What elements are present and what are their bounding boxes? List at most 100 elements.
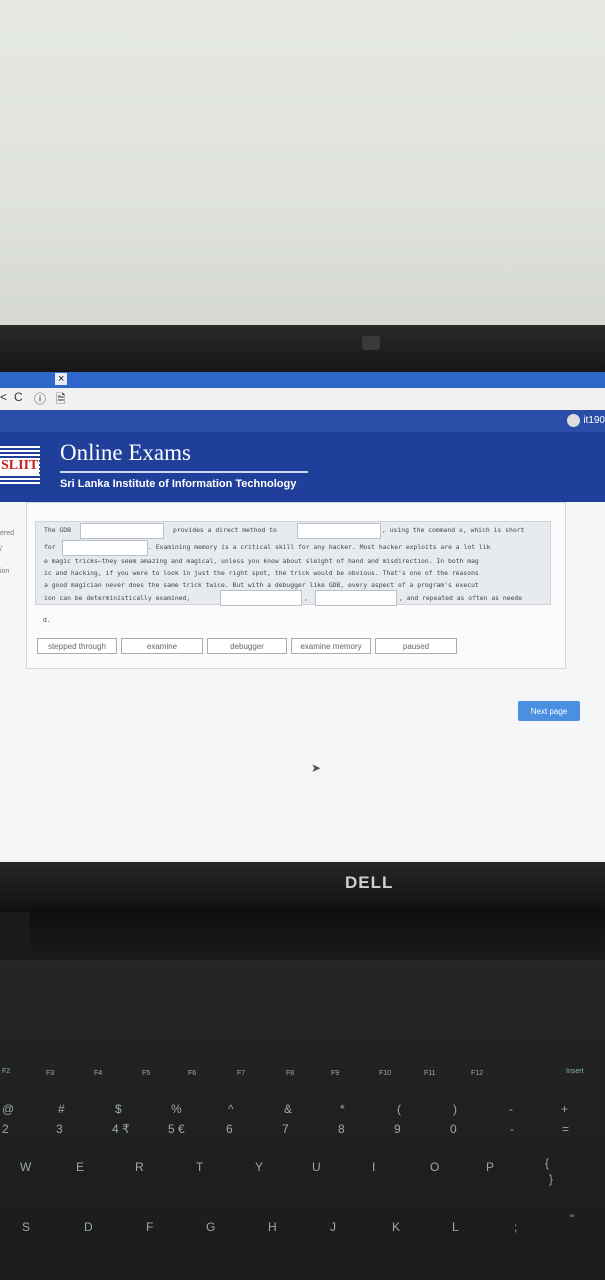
key-t[interactable]: T [196, 1160, 203, 1174]
sidebar-text: ered [0, 530, 15, 537]
key-9[interactable]: 9 [394, 1122, 401, 1136]
key-f11[interactable]: F11 [424, 1070, 436, 1077]
question-text: for [44, 543, 56, 551]
key-4[interactable]: 4 ₹ [112, 1122, 130, 1136]
key-minus-shift[interactable]: - [509, 1102, 513, 1116]
key-0-shift[interactable]: ) [453, 1102, 457, 1116]
drag-option[interactable]: examine [121, 638, 203, 654]
key-7-shift[interactable]: & [284, 1102, 292, 1116]
key-left-brace[interactable]: { [545, 1156, 549, 1170]
wall-background [0, 0, 605, 330]
answer-options: stepped through examine debugger examine… [37, 638, 457, 654]
webcam [362, 336, 380, 350]
sidebar-text: ion [0, 568, 10, 575]
question-text: , [304, 594, 308, 602]
drag-option[interactable]: debugger [207, 638, 287, 654]
key-r[interactable]: R [135, 1160, 144, 1174]
dell-logo: DELL [345, 873, 394, 892]
key-2[interactable]: 2 [2, 1122, 9, 1136]
drag-option[interactable]: examine memory [291, 638, 371, 654]
key-f8[interactable]: F8 [286, 1070, 294, 1077]
key-f10[interactable]: F10 [379, 1070, 391, 1077]
key-f3[interactable]: F3 [46, 1070, 54, 1077]
blank-drop-zone-1[interactable] [80, 523, 164, 539]
key-d[interactable]: D [84, 1220, 93, 1234]
reload-icon[interactable]: C [14, 390, 23, 404]
question-text: ic and hacking, if you were to look in j… [44, 569, 479, 577]
key-s[interactable]: S [22, 1220, 30, 1234]
sidebar-text: / [0, 546, 2, 553]
key-p[interactable]: P [486, 1160, 494, 1174]
key-f4[interactable]: F4 [94, 1070, 102, 1077]
key-l[interactable]: L [452, 1220, 459, 1234]
question-panel: The GDB provides a direct method to , us… [26, 502, 566, 669]
key-y[interactable]: Y [255, 1160, 263, 1174]
mouse-cursor-icon: ➤ [311, 761, 322, 775]
question-text: . Examining memory is a critical skill f… [148, 543, 491, 551]
question-text: e magic tricks—they seem amazing and mag… [44, 557, 479, 565]
close-tab-icon[interactable]: × [55, 373, 68, 385]
question-text: , and repeated as often as neede [399, 594, 523, 602]
key-g[interactable]: G [206, 1220, 215, 1234]
key-6[interactable]: 6 [226, 1122, 233, 1136]
key-7[interactable]: 7 [282, 1122, 289, 1136]
blank-drop-zone-5[interactable] [315, 590, 397, 606]
key-f9[interactable]: F9 [331, 1070, 339, 1077]
key-2-shift[interactable]: @ [2, 1102, 14, 1116]
key-semicolon[interactable]: ; [514, 1220, 517, 1234]
key-9-shift[interactable]: ( [397, 1102, 401, 1116]
key-f12[interactable]: F12 [471, 1070, 483, 1077]
question-text: a good magician never does the same tric… [44, 581, 479, 589]
key-8-shift[interactable]: * [340, 1102, 345, 1116]
key-minus[interactable]: - [510, 1122, 514, 1136]
site-navbar: it190 [0, 410, 605, 432]
key-f[interactable]: F [146, 1220, 153, 1234]
key-6-shift[interactable]: ^ [228, 1102, 234, 1116]
key-equals[interactable]: = [562, 1122, 569, 1136]
key-3-shift[interactable]: # [58, 1102, 65, 1116]
key-o[interactable]: O [430, 1160, 439, 1174]
page-icon: 🗎 [56, 392, 66, 406]
key-quote[interactable]: " [570, 1212, 574, 1226]
next-page-button[interactable]: Next page [518, 701, 580, 721]
avatar-icon [567, 414, 581, 427]
question-text: ion can be deterministically examined, [44, 594, 191, 602]
info-icon[interactable]: ⓘ [34, 390, 46, 407]
key-8[interactable]: 8 [338, 1122, 345, 1136]
key-e[interactable]: E [76, 1160, 84, 1174]
key-h[interactable]: H [268, 1220, 277, 1234]
monitor-bezel-top [0, 325, 605, 375]
back-icon[interactable]: < [0, 390, 7, 404]
key-i[interactable]: I [372, 1160, 375, 1174]
user-name: it190 [583, 415, 605, 426]
key-3[interactable]: 3 [56, 1122, 63, 1136]
drag-option[interactable]: stepped through [37, 638, 117, 654]
blank-drop-zone-4[interactable] [220, 590, 302, 606]
key-w[interactable]: W [20, 1160, 31, 1174]
question-text: , using the command x, which is short [382, 526, 525, 534]
key-4-shift[interactable]: $ [115, 1102, 122, 1116]
key-f7[interactable]: F7 [237, 1070, 245, 1077]
key-5[interactable]: 5 € [168, 1122, 185, 1136]
laptop-hinge [30, 908, 605, 963]
key-k[interactable]: K [392, 1220, 400, 1234]
sliit-logo: SLIIT [0, 444, 40, 484]
browser-toolbar: < C ⓘ 🗎 [0, 388, 605, 411]
key-u[interactable]: U [312, 1160, 321, 1174]
key-f6[interactable]: F6 [188, 1070, 196, 1077]
monitor-bezel-bottom [0, 862, 605, 912]
key-f5[interactable]: F5 [142, 1070, 150, 1077]
browser-tab-strip: × [0, 372, 605, 388]
key-equals-shift[interactable]: + [561, 1102, 568, 1116]
key-f2[interactable]: F2 [2, 1068, 10, 1075]
key-j[interactable]: J [330, 1220, 336, 1234]
drag-option[interactable]: paused [375, 638, 457, 654]
user-menu[interactable]: it190 [567, 414, 605, 427]
key-right-brace[interactable]: } [549, 1172, 553, 1186]
logo-text: SLIIT [0, 458, 40, 474]
blank-drop-zone-2[interactable] [297, 523, 381, 539]
key-5-shift[interactable]: % [171, 1102, 182, 1116]
key-insert[interactable]: Insert [566, 1068, 584, 1075]
key-0[interactable]: 0 [450, 1122, 457, 1136]
blank-drop-zone-3[interactable] [62, 540, 148, 556]
